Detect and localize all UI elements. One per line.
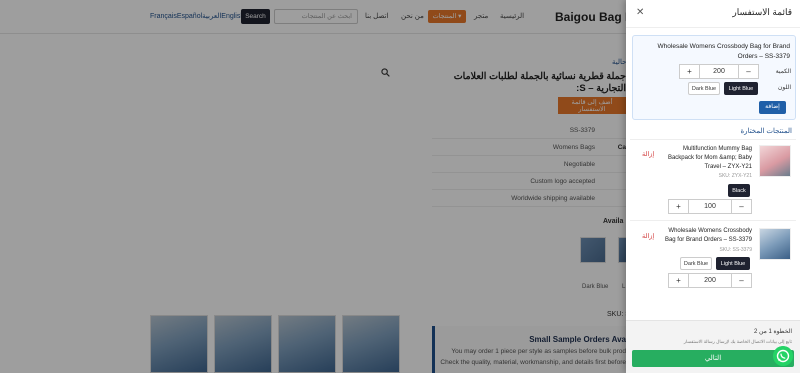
- color-option-dark-blue[interactable]: Dark Blue: [680, 257, 712, 270]
- modal-backdrop[interactable]: [0, 0, 626, 373]
- divider: [630, 139, 796, 140]
- minus-button[interactable]: –: [731, 274, 751, 287]
- selected-product-title: Wholesale Womens Crossbody Bag for Brand…: [664, 228, 752, 243]
- divider: [630, 220, 796, 221]
- quantity-value[interactable]: 200: [700, 65, 738, 78]
- current-product-title: Wholesale Womens Crossbody Bag for Brand…: [657, 43, 790, 60]
- plus-button[interactable]: +: [669, 200, 689, 213]
- color-option-black[interactable]: Black: [728, 184, 750, 197]
- minus-button[interactable]: –: [731, 200, 751, 213]
- quantity-stepper: + 200 –: [668, 273, 752, 288]
- selected-product-sku: SKU: SS-3379: [719, 247, 752, 253]
- quantity-label: الكمية: [775, 69, 791, 75]
- drawer-footer: الخطوة 1 من 2 تابع إلى بيانات الاتصال ال…: [626, 320, 800, 373]
- drawer-title: قائمة الاستفسار: [732, 7, 792, 17]
- product-thumbnail: [759, 145, 791, 177]
- plus-button[interactable]: +: [669, 274, 689, 287]
- step-hint: تابع إلى بيانات الاتصال الخاصة بك لإرسال…: [683, 339, 792, 344]
- product-thumbnail: [759, 228, 791, 260]
- selected-product-sku: SKU: ZYX-Y21: [718, 173, 752, 179]
- plus-button[interactable]: +: [680, 65, 700, 78]
- selected-product-title: Multifunction Mummy Bag Backpack for Mom…: [667, 146, 752, 170]
- selected-products-title: المنتجات المختارة: [740, 128, 792, 135]
- inquiry-drawer: ✕ قائمة الاستفسار Wholesale Womens Cross…: [626, 0, 800, 373]
- color-label: اللون: [778, 85, 791, 91]
- step-indicator: الخطوة 1 من 2: [753, 329, 792, 335]
- remove-button[interactable]: إزالة: [642, 150, 654, 158]
- color-option-light-blue[interactable]: Light Blue: [724, 82, 758, 95]
- quantity-stepper: + 200 –: [679, 64, 759, 79]
- color-option-light-blue[interactable]: Light Blue: [716, 257, 750, 270]
- color-option-dark-blue[interactable]: Dark Blue: [688, 82, 720, 95]
- remove-button[interactable]: إزالة: [642, 232, 654, 240]
- quantity-stepper: + 100 –: [668, 199, 752, 214]
- minus-button[interactable]: –: [738, 65, 758, 78]
- close-icon[interactable]: ✕: [636, 8, 644, 18]
- quantity-value[interactable]: 100: [689, 200, 731, 213]
- quantity-value[interactable]: 200: [689, 274, 731, 287]
- drawer-header: ✕ قائمة الاستفسار: [626, 0, 800, 28]
- whatsapp-icon[interactable]: [773, 346, 793, 366]
- next-button[interactable]: التالي: [632, 350, 794, 367]
- add-button[interactable]: إضافة: [759, 101, 786, 114]
